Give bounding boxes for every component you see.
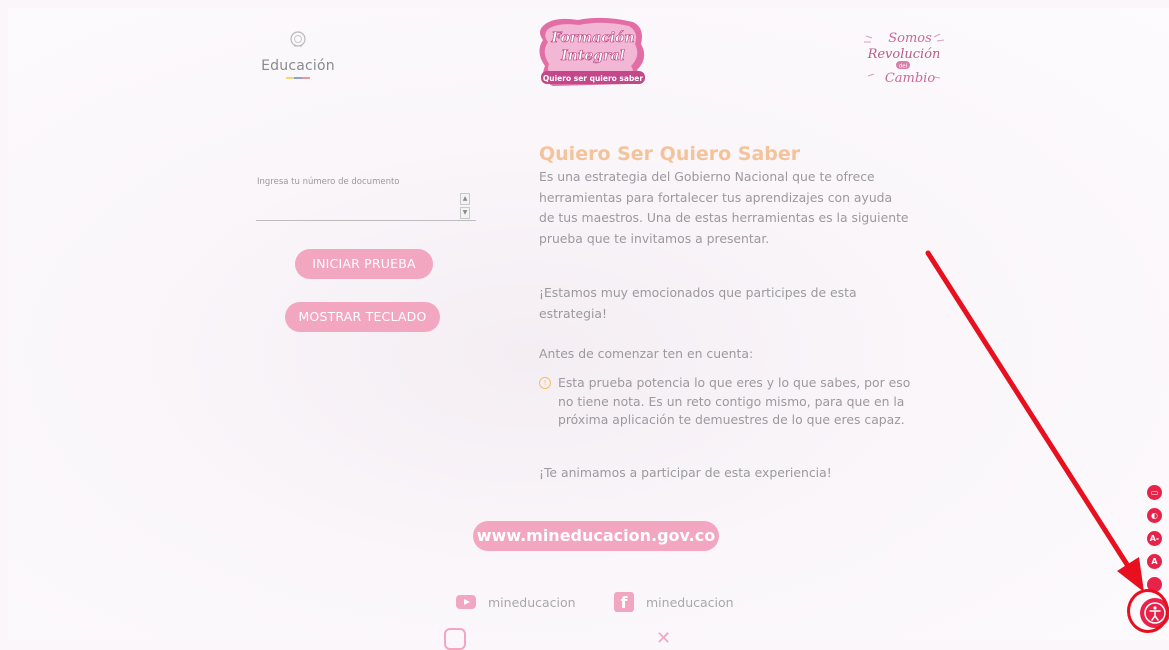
annotation-arrow xyxy=(925,250,1144,592)
